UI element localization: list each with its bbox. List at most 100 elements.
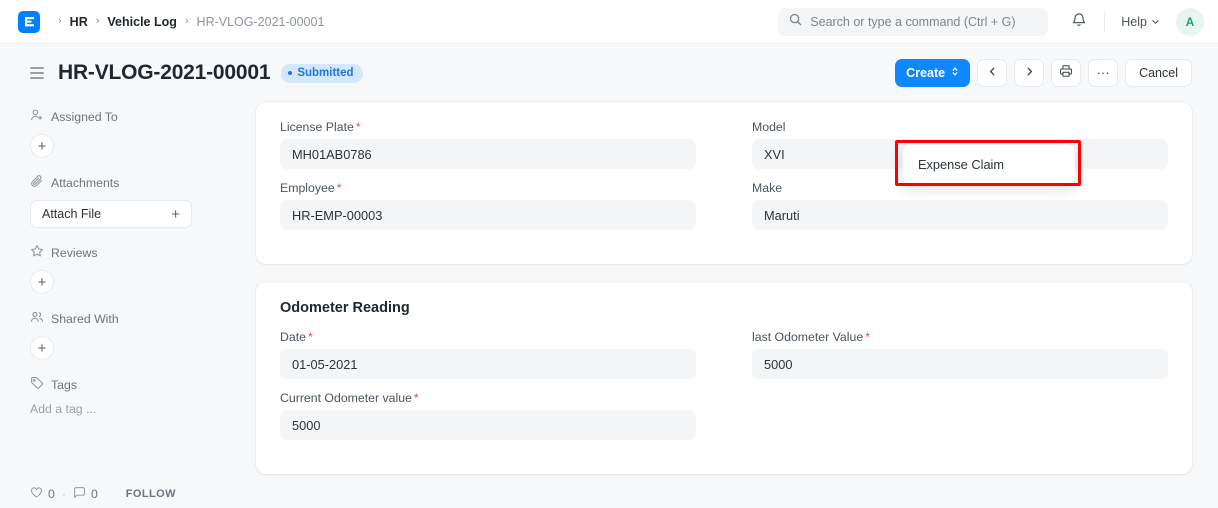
form-sidebar: Assigned To + Attachments Attach File + — [30, 102, 226, 508]
sidebar-toggle-icon[interactable] — [30, 67, 44, 79]
like-counter[interactable]: 0 — [30, 486, 55, 502]
chevron-left-icon — [987, 64, 998, 82]
add-review-button[interactable]: + — [30, 270, 54, 294]
create-dropdown-menu[interactable]: Expense Claim — [903, 144, 1075, 185]
add-assignment-button[interactable]: + — [30, 134, 54, 158]
tag-icon — [30, 376, 44, 393]
avatar[interactable]: A — [1176, 8, 1204, 36]
notifications-button[interactable] — [1066, 9, 1092, 35]
ellipsis-icon: ··· — [1097, 69, 1110, 77]
assigned-to-header: Assigned To — [30, 108, 226, 125]
previous-record-button[interactable] — [977, 59, 1007, 87]
help-label: Help — [1121, 15, 1147, 29]
field-license-plate: License Plate* — [280, 120, 696, 169]
breadcrumb-item-current: HR-VLOG-2021-00001 — [197, 15, 325, 29]
field-current-odometer-value: Current Odometer value* — [280, 391, 696, 440]
field-last-odometer-value: last Odometer Value* — [752, 330, 1168, 379]
model-label: Model — [752, 120, 1168, 134]
chevron-down-icon — [1151, 15, 1160, 29]
field-date: Date* — [280, 330, 696, 379]
more-options-button[interactable]: ··· — [1088, 59, 1118, 87]
follow-button[interactable]: FOLLOW — [126, 488, 176, 500]
search-box[interactable] — [778, 8, 1048, 36]
date-label: Date* — [280, 330, 696, 344]
last-odometer-value-input[interactable] — [752, 349, 1168, 379]
date-label-text: Date — [280, 330, 306, 344]
field-employee: Employee* — [280, 181, 696, 230]
odometer-reading-title: Odometer Reading — [280, 300, 1168, 316]
comment-counter[interactable]: 0 — [73, 486, 98, 502]
page-title: HR-VLOG-2021-00001 — [58, 61, 270, 85]
shared-with-label: Shared With — [51, 312, 119, 326]
bell-icon — [1071, 12, 1087, 33]
required-asterisk: * — [356, 120, 361, 134]
required-asterisk: * — [865, 330, 870, 344]
current-odometer-value-label-text: Current Odometer value — [280, 391, 412, 405]
add-tag-input[interactable]: Add a tag ... — [30, 402, 226, 416]
sidebar-footer: 0 · 0 FOLLOW — [30, 486, 176, 502]
print-button[interactable] — [1051, 59, 1081, 87]
status-dot-icon — [288, 71, 292, 75]
printer-icon — [1059, 64, 1073, 83]
shared-with-header: Shared With — [30, 310, 226, 327]
sidebar-section-reviews: Reviews + — [30, 244, 226, 294]
footer-separator: · — [62, 487, 66, 501]
user-plus-icon — [30, 108, 44, 125]
users-icon — [30, 310, 44, 327]
current-odometer-value-input[interactable] — [280, 410, 696, 440]
sidebar-section-shared-with: Shared With + — [30, 310, 226, 360]
navbar-right-group: Help A — [778, 0, 1204, 44]
breadcrumb: › HR › Vehicle Log › HR-VLOG-2021-00001 — [50, 15, 324, 29]
current-odometer-value-label: Current Odometer value* — [280, 391, 696, 405]
next-record-button[interactable] — [1014, 59, 1044, 87]
navbar-divider — [1104, 12, 1105, 32]
breadcrumb-item-vehicle-log[interactable]: Vehicle Log — [107, 15, 176, 29]
comment-count: 0 — [91, 487, 98, 501]
create-button[interactable]: Create — [895, 59, 970, 87]
make-input[interactable] — [752, 200, 1168, 230]
like-count: 0 — [48, 487, 55, 501]
help-menu-button[interactable]: Help — [1117, 12, 1164, 32]
license-plate-input[interactable] — [280, 139, 696, 169]
tags-label: Tags — [51, 378, 77, 392]
breadcrumb-separator-1: › — [96, 16, 100, 27]
status-badge-label: Submitted — [297, 67, 353, 79]
field-placeholder-empty — [752, 391, 1168, 440]
required-asterisk: * — [414, 391, 419, 405]
model-label-text: Model — [752, 120, 786, 134]
add-share-button[interactable]: + — [30, 336, 54, 360]
frappe-logo-icon[interactable] — [18, 11, 40, 33]
attach-file-label: Attach File — [42, 207, 101, 221]
tags-header: Tags — [30, 376, 226, 393]
odometer-reading-card: Odometer Reading Date* last Odometer Val… — [256, 282, 1192, 474]
assigned-to-label: Assigned To — [51, 110, 118, 124]
create-button-label: Create — [906, 66, 945, 80]
top-navbar: › HR › Vehicle Log › HR-VLOG-2021-00001 — [0, 0, 1218, 44]
employee-input[interactable] — [280, 200, 696, 230]
dropdown-item-expense-claim[interactable]: Expense Claim — [903, 151, 1075, 178]
breadcrumb-separator-0: › — [58, 16, 62, 27]
required-asterisk: * — [337, 181, 342, 195]
attach-file-button[interactable]: Attach File + — [30, 200, 192, 228]
comment-icon — [73, 486, 86, 502]
attachments-header: Attachments — [30, 174, 226, 191]
field-make: Make — [752, 181, 1168, 230]
search-icon — [789, 13, 802, 31]
paperclip-icon — [30, 174, 44, 191]
heart-icon — [30, 486, 43, 502]
star-icon — [30, 244, 44, 261]
avatar-initial: A — [1186, 15, 1195, 29]
reviews-header: Reviews — [30, 244, 226, 261]
license-plate-label: License Plate* — [280, 120, 696, 134]
sidebar-section-attachments: Attachments Attach File + — [30, 174, 226, 228]
date-input[interactable] — [280, 349, 696, 379]
sidebar-section-tags: Tags Add a tag ... — [30, 376, 226, 416]
attachments-label: Attachments — [51, 176, 119, 190]
breadcrumb-item-hr[interactable]: HR — [70, 15, 88, 29]
stepper-chevron-icon — [951, 66, 959, 80]
sidebar-section-assigned-to: Assigned To + — [30, 108, 226, 158]
employee-label: Employee* — [280, 181, 696, 195]
cancel-button[interactable]: Cancel — [1125, 59, 1192, 87]
search-input[interactable] — [810, 15, 1037, 29]
employee-label-text: Employee — [280, 181, 335, 195]
